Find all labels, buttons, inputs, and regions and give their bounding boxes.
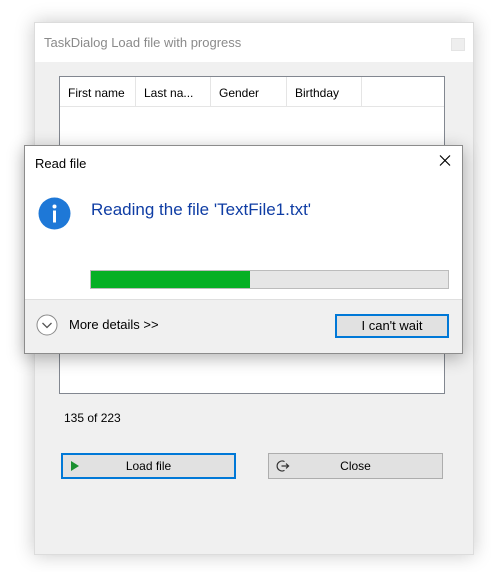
- chevron-down-icon[interactable]: [36, 314, 58, 336]
- record-count-label: 135 of 223: [64, 411, 121, 425]
- close-icon[interactable]: [434, 151, 456, 171]
- column-header-last-name[interactable]: Last na...: [136, 77, 211, 106]
- column-header-gender[interactable]: Gender: [211, 77, 287, 106]
- list-header: First name Last na... Gender Birthday: [60, 77, 444, 107]
- progress-bar: [90, 270, 449, 289]
- column-header-birthday[interactable]: Birthday: [287, 77, 362, 106]
- main-titlebar: TaskDialog Load file with progress: [35, 23, 473, 62]
- i-cant-wait-button[interactable]: I can't wait: [335, 314, 449, 338]
- main-window-title: TaskDialog Load file with progress: [44, 35, 242, 50]
- task-dialog: Read file Reading the file 'TextFile1.tx…: [24, 145, 463, 354]
- main-instruction: Reading the file 'TextFile1.txt': [91, 200, 312, 219]
- close-button[interactable]: Close: [268, 453, 443, 479]
- info-icon: [38, 197, 71, 230]
- main-window-close-button[interactable]: [451, 38, 465, 51]
- task-dialog-footer: More details >> I can't wait: [25, 299, 462, 353]
- close-button-label: Close: [340, 459, 371, 473]
- load-file-button-label: Load file: [125, 459, 172, 473]
- progress-fill: [91, 271, 250, 288]
- load-file-button[interactable]: Load file: [61, 453, 236, 479]
- task-dialog-title: Read file: [35, 156, 87, 171]
- more-details-toggle[interactable]: More details >>: [69, 317, 159, 332]
- column-header-first-name[interactable]: First name: [60, 77, 136, 106]
